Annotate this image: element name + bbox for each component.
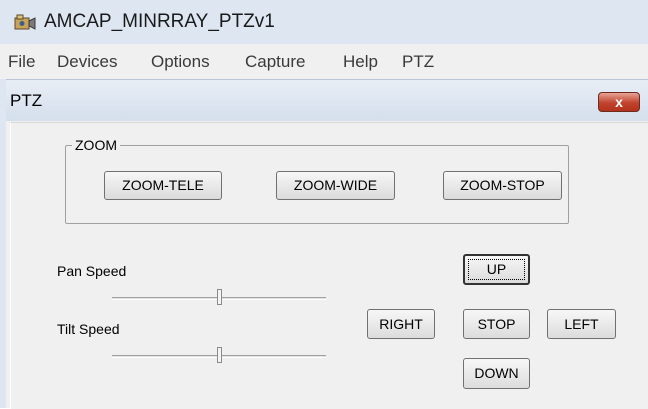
dialog-title-bar[interactable]: PTZ x [6, 79, 648, 121]
dialog-body: ZOOM ZOOM-TELE ZOOM-WIDE ZOOM-STOP Pan S… [10, 122, 648, 409]
dialog-title: PTZ [10, 91, 43, 110]
pan-speed-label: Pan Speed [57, 263, 127, 279]
right-button[interactable]: RIGHT [367, 309, 435, 339]
left-label: LEFT [564, 316, 599, 332]
stop-button[interactable]: STOP [463, 309, 530, 339]
zoom-stop-button[interactable]: ZOOM-STOP [443, 171, 562, 200]
zoom-wide-label: ZOOM-WIDE [293, 177, 378, 193]
ptz-dialog: PTZ x ZOOM ZOOM-TELE ZOOM-WIDE ZOOM-STOP… [6, 79, 648, 409]
down-button[interactable]: DOWN [463, 358, 530, 389]
zoom-wide-button[interactable]: ZOOM-WIDE [276, 171, 395, 200]
stop-label: STOP [477, 316, 516, 332]
zoom-stop-label: ZOOM-STOP [460, 177, 545, 193]
zoom-group-label: ZOOM [72, 137, 120, 153]
close-icon: x [615, 94, 623, 110]
menu-capture[interactable]: Capture [245, 52, 305, 72]
menu-ptz[interactable]: PTZ [402, 52, 434, 72]
zoom-tele-button[interactable]: ZOOM-TELE [104, 171, 222, 200]
menu-bar: File Devices Options Capture Help PTZ [0, 44, 648, 79]
menu-help[interactable]: Help [343, 52, 378, 72]
up-button[interactable]: UP [463, 254, 530, 285]
up-label: UP [486, 261, 507, 277]
app-title: AMCAP_MINRRAY_PTZv1 [44, 11, 275, 32]
right-label: RIGHT [379, 316, 423, 332]
zoom-groupbox: ZOOM ZOOM-TELE ZOOM-WIDE ZOOM-STOP [65, 137, 569, 224]
left-button[interactable]: LEFT [547, 309, 616, 339]
tilt-speed-label: Tilt Speed [57, 321, 120, 337]
tilt-speed-thumb[interactable] [217, 347, 222, 363]
tilt-speed-slider[interactable] [112, 347, 326, 367]
camera-icon [14, 14, 36, 30]
close-button[interactable]: x [598, 92, 640, 112]
pan-speed-thumb[interactable] [217, 289, 222, 305]
pan-speed-slider[interactable] [112, 289, 326, 309]
menu-devices[interactable]: Devices [57, 52, 117, 72]
menu-options[interactable]: Options [151, 52, 210, 72]
app-title-bar: AMCAP_MINRRAY_PTZv1 [0, 0, 648, 44]
zoom-tele-label: ZOOM-TELE [122, 177, 204, 193]
menu-file[interactable]: File [8, 52, 35, 72]
down-label: DOWN [474, 365, 519, 381]
